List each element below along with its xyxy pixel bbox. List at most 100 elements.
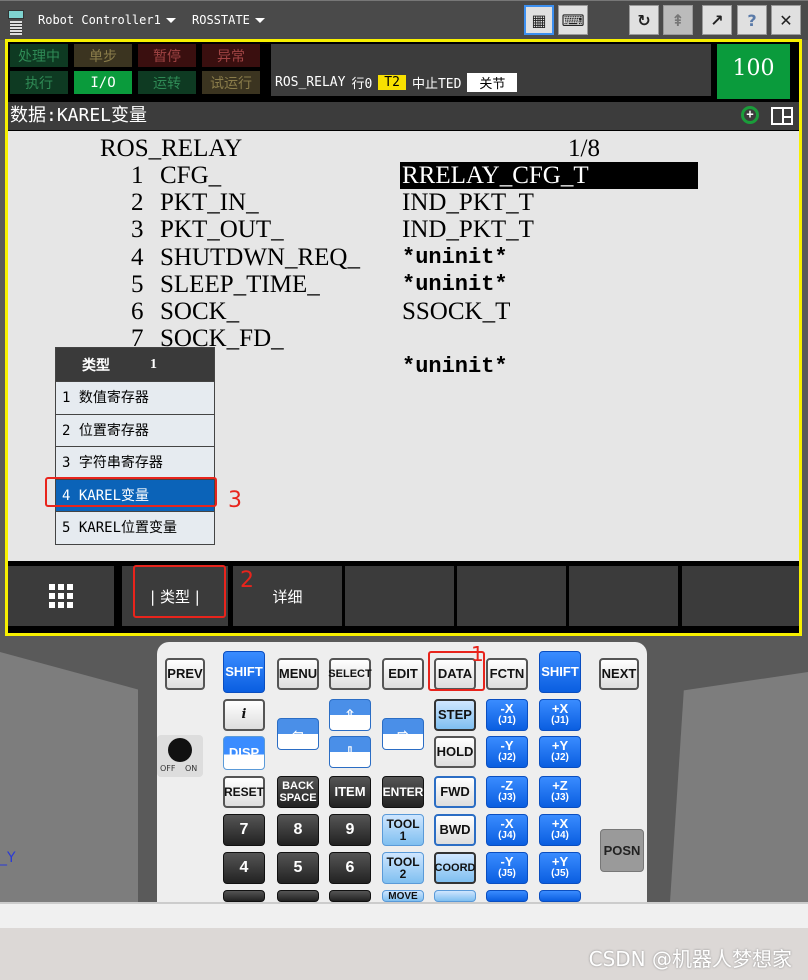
next-page-button[interactable] xyxy=(682,566,799,626)
menu-item-numeric-register[interactable]: 1 数值寄存器 xyxy=(56,381,214,414)
layout-icon[interactable] xyxy=(771,107,793,125)
axis-label: _Y xyxy=(0,850,16,866)
menu-item-string-register[interactable]: 3 字符串寄存器 xyxy=(56,446,214,479)
step-button[interactable]: ⇞ xyxy=(663,5,693,35)
f5-button[interactable] xyxy=(569,566,678,626)
menu-grid-button[interactable] xyxy=(8,566,114,626)
type-popup-menu: 类型 1 1 数值寄存器 2 位置寄存器 3 字符串寄存器 4 KAREL变量 … xyxy=(55,347,215,545)
close-button[interactable]: ✕ xyxy=(771,5,801,35)
var-value-selected[interactable]: RRELAY_CFG_T xyxy=(400,162,698,189)
key-6[interactable]: 6 xyxy=(329,852,371,884)
key-jog-minus-z-j3[interactable]: -Z (J3) xyxy=(486,776,528,808)
key-shift-right[interactable]: SHIFT xyxy=(539,651,581,693)
key-hold[interactable]: HOLD xyxy=(434,736,476,768)
key-7[interactable]: 7 xyxy=(223,814,265,846)
key-jog-minus-y-j2[interactable]: -Y (J2) xyxy=(486,736,528,768)
key-disp[interactable]: DISP xyxy=(223,736,265,770)
key-tool2[interactable]: TOOL 2 xyxy=(382,852,424,884)
enable-switch[interactable]: OFF ON xyxy=(157,735,203,777)
key-move-menu[interactable]: MOVE xyxy=(382,890,424,902)
var-name[interactable]: PKT_IN_ xyxy=(160,189,259,216)
var-value[interactable]: SSOCK_T xyxy=(402,298,510,325)
key-posn[interactable]: POSN xyxy=(600,829,644,872)
arrow-up-icon: ⇧ xyxy=(344,707,356,722)
key-1[interactable] xyxy=(223,890,265,902)
popup-page: 1 xyxy=(150,356,157,372)
key-2[interactable] xyxy=(277,890,319,902)
key-3[interactable] xyxy=(329,890,371,902)
keyboard-button[interactable]: ⌨ xyxy=(558,5,588,35)
jog-label: +X xyxy=(551,701,569,716)
program-dropdown[interactable]: ROSSTATE xyxy=(192,13,265,27)
key-9[interactable]: 9 xyxy=(329,814,371,846)
override-value: 100 xyxy=(732,56,775,81)
key-right[interactable]: ⇨ xyxy=(382,718,424,750)
controller-dropdown[interactable]: Robot Controller1 xyxy=(38,13,176,27)
override-button[interactable]: 100 xyxy=(717,44,790,99)
pendant-keypad: PREV SHIFT MENU SELECT EDIT DATA FCTN SH… xyxy=(157,642,647,902)
key-bwd[interactable]: BWD xyxy=(434,814,476,846)
key-setup[interactable] xyxy=(434,890,476,902)
key-coord[interactable]: COORD xyxy=(434,852,476,884)
close-icon: ✕ xyxy=(779,10,793,30)
var-value[interactable]: IND_PKT_T xyxy=(402,189,534,216)
key-menu[interactable]: MENU xyxy=(277,658,319,690)
key-jog-plus-y-j2[interactable]: +Y (J2) xyxy=(539,736,581,768)
key-reset[interactable]: RESET xyxy=(223,776,265,808)
refresh-button[interactable]: ↻ xyxy=(629,5,659,35)
key-jog-plus-rx-j4[interactable]: +X (J4) xyxy=(539,814,581,846)
key-4[interactable]: 4 xyxy=(223,852,265,884)
key-jog-plus-ry-j5[interactable]: +Y (J5) xyxy=(539,852,581,884)
menu-item-karel-posreg[interactable]: 5 KAREL位置变量 xyxy=(56,511,214,544)
help-button[interactable]: ? xyxy=(737,5,767,35)
key-step[interactable]: STEP xyxy=(434,699,476,731)
bottom-scrollbar[interactable] xyxy=(0,902,808,928)
key-jog-plus-rz-j6[interactable] xyxy=(539,890,581,902)
key-jog-minus-rz-j6[interactable] xyxy=(486,890,528,902)
var-name[interactable]: CFG_ xyxy=(160,162,221,189)
f3-button[interactable] xyxy=(345,566,454,626)
key-fctn[interactable]: FCTN xyxy=(486,658,528,690)
var-value[interactable]: *uninit* xyxy=(402,271,508,298)
f4-button[interactable] xyxy=(457,566,566,626)
zoom-in-icon[interactable]: + xyxy=(741,106,759,124)
key-edit[interactable]: EDIT xyxy=(382,658,424,690)
key-shift-left[interactable]: SHIFT xyxy=(223,651,265,693)
key-jog-minus-ry-j5[interactable]: -Y (J5) xyxy=(486,852,528,884)
key-up[interactable]: ⇧ xyxy=(329,699,371,731)
key-8[interactable]: 8 xyxy=(277,814,319,846)
key-5[interactable]: 5 xyxy=(277,852,319,884)
key-prev[interactable]: PREV xyxy=(165,658,205,690)
var-name[interactable]: SHUTDWN_REQ_ xyxy=(160,244,360,271)
var-name[interactable]: SOCK_ xyxy=(160,298,239,325)
jog-joint: (J2) xyxy=(498,752,516,763)
key-select[interactable]: SELECT xyxy=(328,658,372,690)
var-value[interactable]: *uninit* xyxy=(402,244,508,271)
key-jog-plus-z-j3[interactable]: +Z (J3) xyxy=(539,776,581,808)
var-name[interactable]: SLEEP_TIME_ xyxy=(160,271,320,298)
lamp-hold: 暂停 xyxy=(138,44,196,67)
status-program: ROS_RELAY xyxy=(275,75,346,90)
key-enter[interactable]: ENTER xyxy=(382,776,424,808)
key-item[interactable]: ITEM xyxy=(329,776,371,808)
status-bar: 处理中 单步 暂停 异常 执行 I/O 运转 试运行 ROS_RELAY 行0 … xyxy=(8,42,799,100)
switch-knob-icon xyxy=(168,738,192,762)
key-next[interactable]: NEXT xyxy=(599,658,639,690)
export-button[interactable]: ↗ xyxy=(702,5,732,35)
key-fwd[interactable]: FWD xyxy=(434,776,476,808)
key-jog-plus-x-j1[interactable]: +X (J1) xyxy=(539,699,581,731)
teach-pendant-button[interactable]: ▦ xyxy=(524,5,554,35)
jog-joint: (J2) xyxy=(551,752,569,763)
key-down[interactable]: ⇩ xyxy=(329,736,371,768)
key-jog-minus-rx-j4[interactable]: -X (J4) xyxy=(486,814,528,846)
var-name[interactable]: PKT_OUT_ xyxy=(160,216,284,243)
key-left[interactable]: ⇦ xyxy=(277,718,319,750)
var-value[interactable]: *uninit* xyxy=(402,353,508,380)
key-tool1[interactable]: TOOL 1 xyxy=(382,814,424,846)
var-value[interactable]: IND_PKT_T xyxy=(402,216,534,243)
key-jog-minus-x-j1[interactable]: -X (J1) xyxy=(486,699,528,731)
key-backspace[interactable]: BACK SPACE xyxy=(277,776,319,808)
lamp-tcyc: 试运行 xyxy=(202,71,260,94)
key-info[interactable]: i xyxy=(223,699,265,731)
menu-item-position-register[interactable]: 2 位置寄存器 xyxy=(56,413,214,446)
